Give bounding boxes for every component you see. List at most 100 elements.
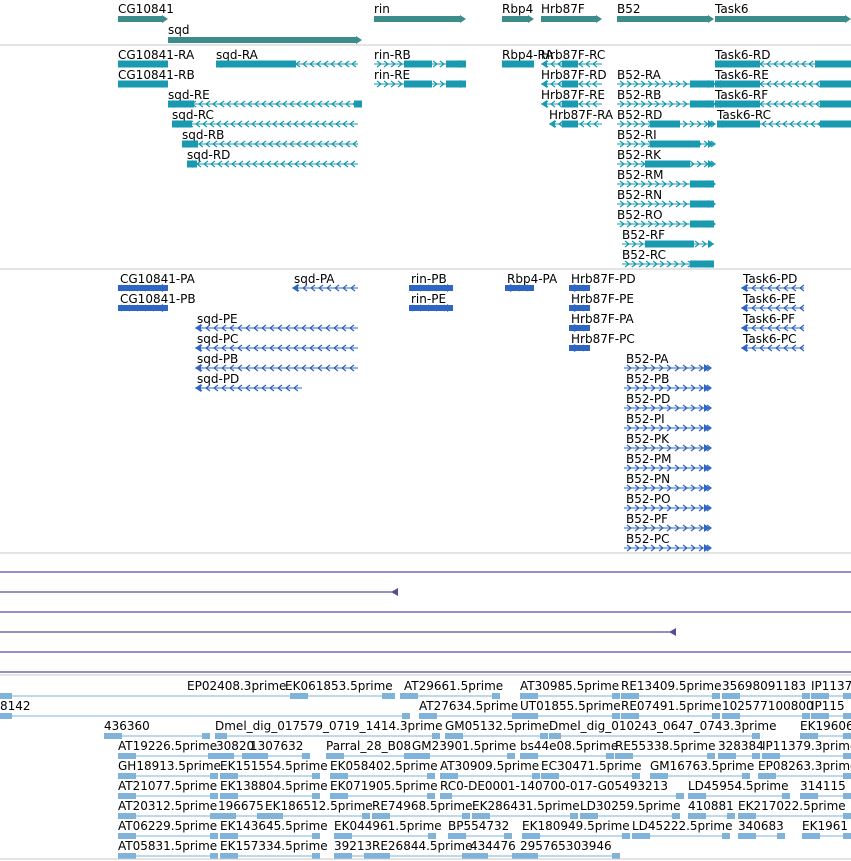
transcript-feature[interactable]: B52-RN — [617, 188, 716, 208]
protein-feature[interactable]: Hrb87F-PC — [569, 332, 635, 352]
transcript-feature[interactable]: B52-RD — [617, 108, 716, 128]
protein-feature[interactable]: Hrb87F-PE — [569, 292, 634, 312]
est-feature[interactable]: EK1961 — [802, 819, 851, 839]
est-feature[interactable]: UT01855.5prime — [520, 699, 621, 719]
est-feature[interactable]: AT06229.5prime — [118, 819, 218, 839]
est-feature[interactable]: 340683 — [738, 819, 785, 839]
protein-feature[interactable]: CG10841-PA — [118, 272, 196, 292]
est-feature[interactable]: AT30985.5prime — [520, 679, 620, 699]
est-feature[interactable]: AT19226.5prime — [118, 739, 217, 759]
est-feature[interactable]: EK157334.5prime — [220, 839, 328, 859]
protein-feature[interactable]: Rbp4-PA — [505, 272, 558, 292]
transcript-feature[interactable]: sqd-RA — [216, 48, 358, 68]
transcript-feature[interactable]: sqd-RC — [172, 108, 358, 128]
alignment-match[interactable] — [0, 588, 398, 596]
est-feature[interactable]: EP08263.3prime — [758, 759, 851, 779]
protein-feature[interactable]: Task6-PE — [741, 292, 805, 312]
est-feature[interactable]: LD45954.5prime — [688, 779, 790, 799]
protein-feature[interactable]: Task6-PF — [741, 312, 805, 332]
transcript-feature[interactable]: B52-RC — [622, 248, 714, 268]
est-feature[interactable]: EK217022.5prime — [738, 799, 851, 819]
transcript-feature[interactable]: Hrb87F-RA — [549, 108, 614, 128]
protein-feature[interactable]: B52-PF — [624, 512, 712, 532]
est-feature[interactable]: EK19606 — [800, 719, 851, 739]
est-feature[interactable]: AT27634.5prime — [419, 699, 520, 719]
est-feature[interactable]: EK138804.5prime — [220, 779, 328, 799]
protein-feature[interactable]: B52-PB — [624, 372, 712, 392]
est-feature[interactable]: 39213 — [334, 839, 372, 859]
est-feature[interactable]: AT05831.5prime — [118, 839, 218, 859]
est-feature[interactable]: 328384 — [718, 739, 764, 759]
est-feature[interactable]: EK071905.5prime — [330, 779, 438, 799]
protein-feature[interactable]: sqd-PE — [195, 312, 358, 332]
est-feature[interactable]: 436360 — [104, 719, 210, 739]
est-feature[interactable]: RC0-DE0001-140700-017-G05493213 — [440, 779, 684, 799]
protein-feature[interactable]: Task6-PC — [741, 332, 805, 352]
est-feature[interactable]: GH18913.5prime — [118, 759, 221, 779]
est-feature[interactable]: BP554732 — [448, 819, 512, 839]
protein-feature[interactable]: B52-PA — [624, 352, 712, 372]
transcript-feature[interactable]: sqd-RB — [182, 128, 358, 148]
transcript-feature[interactable]: B52-RF — [622, 228, 714, 248]
transcript-feature[interactable]: Task6-RD — [714, 48, 851, 68]
est-feature[interactable]: bs44e08.5prime — [520, 739, 618, 759]
protein-feature[interactable]: rin-PB — [409, 272, 453, 292]
est-feature[interactable]: LD45222.5prime — [632, 819, 733, 839]
transcript-feature[interactable]: Hrb87F-RE — [541, 88, 605, 108]
transcript-feature[interactable]: Task6-RF — [714, 88, 851, 108]
est-feature[interactable]: EK186512.5prime — [265, 799, 373, 819]
est-feature[interactable]: 8142 — [0, 699, 410, 719]
est-feature[interactable]: IP11379.3prime — [762, 739, 851, 759]
transcript-feature[interactable]: Task6-RC — [716, 108, 851, 128]
gene-feature[interactable]: Rbp4 — [502, 2, 534, 23]
transcript-feature[interactable]: CG10841-RB — [118, 68, 195, 88]
transcript-feature[interactable]: B52-RI — [617, 128, 716, 148]
est-feature[interactable]: AT21077.5prime — [118, 779, 218, 799]
protein-feature[interactable]: B52-PC — [624, 532, 712, 552]
transcript-feature[interactable]: sqd-RD — [187, 148, 358, 168]
est-feature[interactable]: Dmel_dig_010243_0647_0743.3prime — [549, 719, 777, 739]
protein-feature[interactable]: sqd-PB — [195, 352, 358, 372]
est-feature[interactable]: 1307632 — [250, 739, 310, 759]
transcript-feature[interactable]: B52-RK — [617, 148, 716, 168]
transcript-feature[interactable]: CG10841-RA — [118, 48, 195, 68]
gene-feature[interactable]: sqd — [168, 23, 362, 44]
protein-feature[interactable]: sqd-PD — [195, 372, 302, 392]
transcript-feature[interactable]: Task6-RE — [714, 68, 851, 88]
protein-feature[interactable]: Task6-PD — [741, 272, 805, 292]
est-feature[interactable]: 102577100800 — [722, 699, 814, 719]
transcript-feature[interactable]: B52-RB — [617, 88, 716, 108]
est-feature[interactable]: EK044961.5prime — [334, 819, 442, 839]
est-feature[interactable]: 410881 — [688, 799, 735, 819]
est-feature[interactable]: EK286431.5prime — [472, 799, 580, 819]
gene-feature[interactable]: CG10841 — [118, 2, 174, 23]
transcript-feature[interactable]: Hrb87F-RC — [541, 48, 605, 68]
gene-feature[interactable]: rin — [374, 2, 466, 23]
transcript-feature[interactable]: Hrb87F-RD — [541, 68, 607, 88]
est-feature[interactable]: EC30471.5prime — [541, 759, 642, 779]
est-feature[interactable]: Dmel_dig_017579_0719_1414.3prime — [215, 719, 443, 739]
est-feature[interactable]: 30820 — [216, 739, 254, 759]
est-feature[interactable]: EK143645.5prime — [220, 819, 328, 839]
est-feature[interactable]: RE26844.5prime — [372, 839, 473, 859]
est-feature[interactable]: 295765303946 — [520, 839, 620, 859]
transcript-feature[interactable]: rin-RE — [374, 68, 466, 88]
est-feature[interactable]: 314115 — [800, 779, 851, 799]
transcript-feature[interactable]: B52-RA — [617, 68, 716, 88]
est-feature[interactable]: EK058402.5prime — [330, 759, 438, 779]
protein-feature[interactable]: CG10841-PB — [118, 292, 196, 312]
protein-feature[interactable]: Hrb87F-PA — [569, 312, 635, 332]
protein-feature[interactable]: B52-PM — [624, 452, 712, 472]
transcript-feature[interactable]: B52-RO — [617, 208, 716, 228]
protein-feature[interactable]: sqd-PC — [195, 332, 358, 352]
transcript-feature[interactable]: rin-RB — [374, 48, 466, 68]
gene-feature[interactable]: B52 — [617, 2, 714, 23]
protein-feature[interactable]: B52-PO — [624, 492, 712, 512]
est-feature[interactable]: AT20312.5prime — [118, 799, 218, 819]
est-feature[interactable]: Parral_28_B08 — [326, 739, 412, 759]
protein-feature[interactable]: sqd-PA — [292, 272, 358, 292]
protein-feature[interactable]: B52-PN — [624, 472, 712, 492]
est-feature[interactable]: LD30259.5prime — [580, 799, 681, 819]
est-feature[interactable]: GM16763.5prime — [650, 759, 754, 779]
est-feature[interactable]: 434476 — [470, 839, 520, 859]
